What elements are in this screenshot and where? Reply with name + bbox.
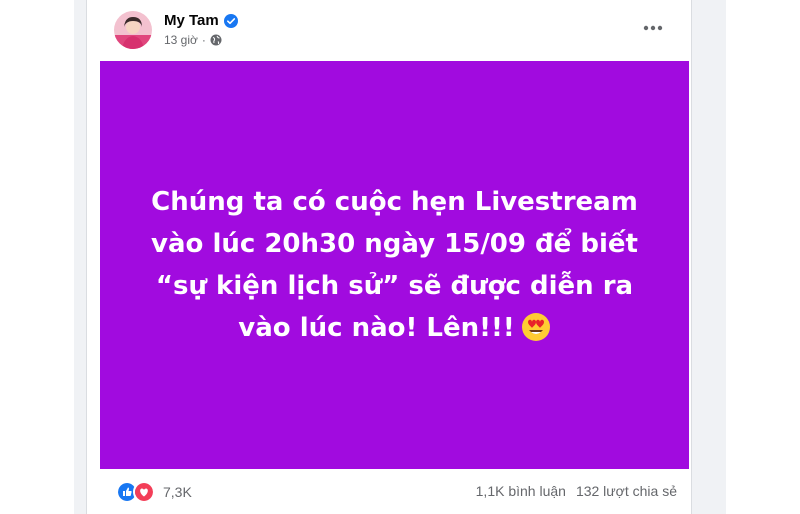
post-message: Chúng ta có cuộc hẹn Livestream vào lúc … xyxy=(151,187,638,343)
verified-badge-icon xyxy=(223,13,238,28)
reactions-summary[interactable]: 7,3K xyxy=(116,481,192,503)
share-count[interactable]: 132 lượt chia sẻ xyxy=(576,483,677,499)
post-meta: 13 giờ · xyxy=(164,33,222,47)
avatar[interactable] xyxy=(114,11,152,49)
feed-background-right xyxy=(689,0,726,514)
post-timestamp[interactable]: 13 giờ xyxy=(164,33,198,47)
post-media-text: Chúng ta có cuộc hẹn Livestream vào lúc … xyxy=(135,181,655,349)
post-media-text-background[interactable]: Chúng ta có cuộc hẹn Livestream vào lúc … xyxy=(100,61,689,469)
meta-separator: · xyxy=(201,33,206,47)
comment-count[interactable]: 1,1K bình luận xyxy=(476,483,566,499)
facebook-post: My Tam 13 giờ · Chúng ta có cuộc hẹn Liv… xyxy=(86,0,692,514)
more-options-button[interactable] xyxy=(635,14,671,42)
more-dots-icon xyxy=(643,25,663,31)
globe-icon[interactable] xyxy=(210,34,222,46)
love-icon xyxy=(133,481,155,503)
author-name[interactable]: My Tam xyxy=(164,12,238,29)
heart-eyes-emoji-icon xyxy=(521,312,551,342)
author-name-text[interactable]: My Tam xyxy=(164,12,219,29)
post-header: My Tam 13 giờ · xyxy=(87,0,691,58)
post-stats: 1,1K bình luận 132 lượt chia sẻ xyxy=(476,483,677,499)
reaction-count[interactable]: 7,3K xyxy=(163,484,192,500)
post-footer: 7,3K 1,1K bình luận 132 lượt chia sẻ xyxy=(87,472,691,512)
